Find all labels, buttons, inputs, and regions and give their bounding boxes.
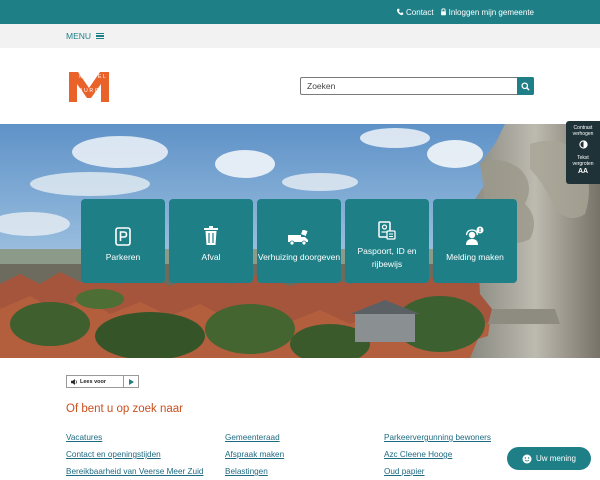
text-size-label: Tekst vergroten	[572, 155, 594, 167]
phone-icon	[396, 8, 404, 16]
read-aloud-label: Lees voor	[80, 378, 106, 385]
text-size-button[interactable]: Tekst vergroten AA	[566, 155, 600, 176]
top-bar: Contact Inloggen mijn gemeente	[0, 0, 600, 24]
hamburger-icon	[96, 33, 105, 39]
links-column-2: Gemeenteraad Afspraak maken Belastingen	[225, 432, 284, 477]
smiley-icon	[522, 454, 532, 463]
login-label: Inloggen mijn gemeente	[448, 7, 534, 17]
lock-icon	[440, 8, 446, 16]
report-person-icon	[465, 226, 484, 246]
tile-label: Parkeren	[105, 252, 141, 263]
menu-button[interactable]: MENU	[66, 24, 105, 48]
contact-link[interactable]: Contact	[396, 8, 434, 17]
passport-icon	[378, 221, 396, 240]
moving-truck-icon	[288, 230, 308, 246]
logo-text-top: MIDDEL	[79, 74, 107, 80]
top-links: Contact Inloggen mijn gemeente	[396, 0, 534, 24]
quick-tiles: Parkeren Afval Verhuizing doorgeven Pasp…	[81, 199, 517, 283]
quick-link[interactable]: Belastingen	[225, 466, 284, 477]
trash-icon	[204, 226, 218, 246]
tile-paspoort[interactable]: Paspoort, ID en rijbewijs	[345, 199, 429, 283]
login-link[interactable]: Inloggen mijn gemeente	[440, 8, 534, 17]
links-column-1: Vacatures Contact en openingstijden Bere…	[66, 432, 203, 477]
tile-label: Melding maken	[446, 252, 504, 263]
contrast-button[interactable]: Contrast verhogen	[566, 125, 600, 151]
tile-parkeren[interactable]: Parkeren	[81, 199, 165, 283]
tile-melding[interactable]: Melding maken	[433, 199, 517, 283]
contrast-icon	[578, 140, 588, 149]
search-box	[300, 77, 534, 95]
parking-icon	[115, 227, 131, 247]
accessibility-panel: Contrast verhogen Tekst vergroten AA	[566, 121, 600, 184]
tile-label: Paspoort, ID en rijbewijs	[357, 246, 417, 269]
quick-link[interactable]: Afspraak maken	[225, 449, 284, 460]
read-aloud-button[interactable]: Lees voor	[67, 376, 124, 387]
quick-link[interactable]: Contact en openingstijden	[66, 449, 203, 460]
quick-link[interactable]: Bereikbaarheid van Veerse Meer Zuid	[66, 466, 203, 477]
play-icon	[128, 378, 134, 385]
search-icon	[521, 81, 530, 91]
quick-link[interactable]: Oud papier	[384, 466, 491, 477]
play-button[interactable]	[124, 378, 138, 385]
search-button[interactable]	[517, 77, 534, 95]
tile-label: Verhuizing doorgeven	[257, 252, 341, 263]
feedback-label: Uw mening	[535, 454, 576, 463]
readspeaker-bar: Lees voor	[66, 375, 139, 388]
contrast-label: Contrast verhogen	[572, 125, 594, 137]
quick-link[interactable]: Azc Cleene Hooge	[384, 449, 491, 460]
middelburg-logo[interactable]: MIDDEL BURG	[68, 70, 110, 104]
quick-link[interactable]: Parkeervergunning bewoners	[384, 432, 491, 443]
feedback-button[interactable]: Uw mening	[507, 447, 591, 470]
tile-verhuizing[interactable]: Verhuizing doorgeven	[257, 199, 341, 283]
tile-afval[interactable]: Afval	[169, 199, 253, 283]
menu-bar: MENU	[0, 24, 600, 48]
quick-link[interactable]: Vacatures	[66, 432, 203, 443]
tile-label: Afval	[201, 252, 221, 263]
logo-text-bottom: BURG	[79, 88, 100, 94]
text-size-icon: AA	[577, 168, 589, 175]
quick-link[interactable]: Gemeenteraad	[225, 432, 284, 443]
section-title: Of bent u op zoek naar	[66, 403, 183, 415]
menu-label: MENU	[66, 31, 92, 41]
links-column-3: Parkeervergunning bewoners Azc Cleene Ho…	[384, 432, 491, 477]
speaker-icon	[71, 378, 77, 385]
contact-label: Contact	[406, 7, 434, 17]
search-input[interactable]	[301, 78, 517, 94]
